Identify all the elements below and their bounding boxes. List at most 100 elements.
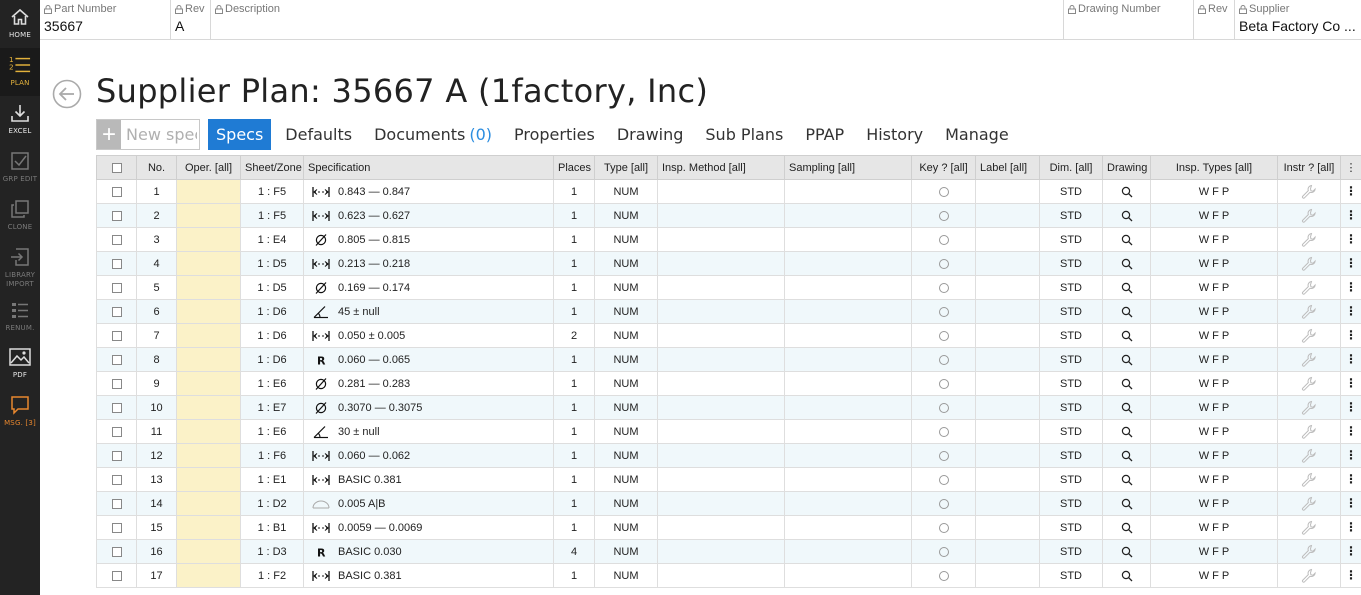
insp-method-cell[interactable] — [657, 491, 785, 516]
row-checkbox[interactable] — [96, 395, 137, 420]
specification-cell[interactable]: 0.005 A|B — [303, 491, 554, 516]
tab-defaults[interactable]: Defaults — [277, 119, 360, 150]
row-menu-button[interactable]: ⋮ — [1340, 299, 1361, 324]
sampling-cell[interactable] — [784, 323, 912, 348]
specification-cell[interactable]: 45 ± null — [303, 299, 554, 324]
instrument-button[interactable] — [1277, 323, 1341, 348]
key-radio[interactable] — [911, 299, 976, 324]
sampling-cell[interactable] — [784, 251, 912, 276]
key-radio[interactable] — [911, 275, 976, 300]
row-checkbox[interactable] — [96, 419, 137, 444]
label-cell[interactable] — [975, 395, 1040, 420]
instrument-button[interactable] — [1277, 347, 1341, 372]
row-checkbox[interactable] — [96, 275, 137, 300]
sampling-cell[interactable] — [784, 299, 912, 324]
specification-cell[interactable]: R 0.060 — 0.065 — [303, 347, 554, 372]
instrument-button[interactable] — [1277, 563, 1341, 588]
sampling-cell[interactable] — [784, 419, 912, 444]
key-radio[interactable] — [911, 491, 976, 516]
sampling-cell[interactable] — [784, 203, 912, 228]
operation-cell[interactable] — [176, 443, 241, 468]
specification-cell[interactable]: 0.169 — 0.174 — [303, 275, 554, 300]
key-radio[interactable] — [911, 203, 976, 228]
row-checkbox[interactable] — [96, 443, 137, 468]
col-header-key[interactable]: Key ? [all] — [911, 155, 976, 180]
key-radio[interactable] — [911, 179, 976, 204]
instrument-button[interactable] — [1277, 539, 1341, 564]
label-cell[interactable] — [975, 419, 1040, 444]
sidebar-item-messages[interactable]: MSG. [3] — [0, 388, 40, 436]
table-row[interactable]: 2 1 : F5 0.623 — 0.627 1 NUM STD W F P ⋮ — [96, 203, 1361, 228]
tab-specs[interactable]: Specs — [208, 119, 272, 150]
key-radio[interactable] — [911, 563, 976, 588]
table-row[interactable]: 12 1 : F6 0.060 — 0.062 1 NUM STD W F P ⋮ — [96, 443, 1361, 468]
col-header-dim[interactable]: Dim. [all] — [1039, 155, 1103, 180]
new-spec-input[interactable] — [121, 120, 197, 149]
operation-cell[interactable] — [176, 563, 241, 588]
drawing-zoom-button[interactable] — [1102, 443, 1151, 468]
table-row[interactable]: 6 1 : D6 45 ± null 1 NUM STD W F P ⋮ — [96, 299, 1361, 324]
specification-cell[interactable]: 0.213 — 0.218 — [303, 251, 554, 276]
col-header-places[interactable]: Places — [553, 155, 595, 180]
col-header-sampling[interactable]: Sampling [all] — [784, 155, 912, 180]
insp-method-cell[interactable] — [657, 539, 785, 564]
row-checkbox[interactable] — [96, 467, 137, 492]
instrument-button[interactable] — [1277, 395, 1341, 420]
tab-properties[interactable]: Properties — [506, 119, 603, 150]
operation-cell[interactable] — [176, 227, 241, 252]
drawing-zoom-button[interactable] — [1102, 299, 1151, 324]
label-cell[interactable] — [975, 539, 1040, 564]
row-checkbox[interactable] — [96, 227, 137, 252]
label-cell[interactable] — [975, 275, 1040, 300]
instrument-button[interactable] — [1277, 251, 1341, 276]
label-cell[interactable] — [975, 371, 1040, 396]
insp-method-cell[interactable] — [657, 251, 785, 276]
insp-method-cell[interactable] — [657, 299, 785, 324]
sampling-cell[interactable] — [784, 563, 912, 588]
add-spec-button[interactable]: + — [97, 120, 121, 149]
key-radio[interactable] — [911, 251, 976, 276]
insp-method-cell[interactable] — [657, 179, 785, 204]
sampling-cell[interactable] — [784, 347, 912, 372]
row-menu-button[interactable]: ⋮ — [1340, 251, 1361, 276]
key-radio[interactable] — [911, 539, 976, 564]
key-radio[interactable] — [911, 227, 976, 252]
row-menu-button[interactable]: ⋮ — [1340, 275, 1361, 300]
specification-cell[interactable]: 0.050 ± 0.005 — [303, 323, 554, 348]
row-menu-button[interactable]: ⋮ — [1340, 467, 1361, 492]
key-radio[interactable] — [911, 515, 976, 540]
sidebar-item-home[interactable]: HOME — [0, 0, 40, 48]
tab-history[interactable]: History — [858, 119, 931, 150]
operation-cell[interactable] — [176, 275, 241, 300]
table-row[interactable]: 13 1 : E1 BASIC 0.381 1 NUM STD W F P ⋮ — [96, 467, 1361, 492]
insp-method-cell[interactable] — [657, 515, 785, 540]
col-header-drawing[interactable]: Drawing — [1102, 155, 1151, 180]
row-checkbox[interactable] — [96, 515, 137, 540]
sidebar-item-pdf[interactable]: PDF — [0, 340, 40, 388]
sidebar-item-clone[interactable]: CLONE — [0, 192, 40, 240]
drawing-zoom-button[interactable] — [1102, 275, 1151, 300]
instrument-button[interactable] — [1277, 515, 1341, 540]
label-cell[interactable] — [975, 491, 1040, 516]
drawing-number-field[interactable]: Drawing Number — [1064, 0, 1194, 40]
operation-cell[interactable] — [176, 203, 241, 228]
specification-cell[interactable]: 0.060 — 0.062 — [303, 443, 554, 468]
operation-cell[interactable] — [176, 347, 241, 372]
drawing-zoom-button[interactable] — [1102, 539, 1151, 564]
tab-manage[interactable]: Manage — [937, 119, 1017, 150]
specification-cell[interactable]: 0.0059 — 0.0069 — [303, 515, 554, 540]
sidebar-item-library-import[interactable]: LIBRARY IMPORT — [0, 240, 40, 296]
label-cell[interactable] — [975, 323, 1040, 348]
label-cell[interactable] — [975, 251, 1040, 276]
insp-method-cell[interactable] — [657, 395, 785, 420]
tab-drawing[interactable]: Drawing — [609, 119, 692, 150]
row-checkbox[interactable] — [96, 539, 137, 564]
operation-cell[interactable] — [176, 251, 241, 276]
specification-cell[interactable]: 0.805 — 0.815 — [303, 227, 554, 252]
specification-cell[interactable]: 30 ± null — [303, 419, 554, 444]
instrument-button[interactable] — [1277, 371, 1341, 396]
col-header-specification[interactable]: Specification — [303, 155, 554, 180]
instrument-button[interactable] — [1277, 419, 1341, 444]
insp-method-cell[interactable] — [657, 467, 785, 492]
drawing-zoom-button[interactable] — [1102, 371, 1151, 396]
